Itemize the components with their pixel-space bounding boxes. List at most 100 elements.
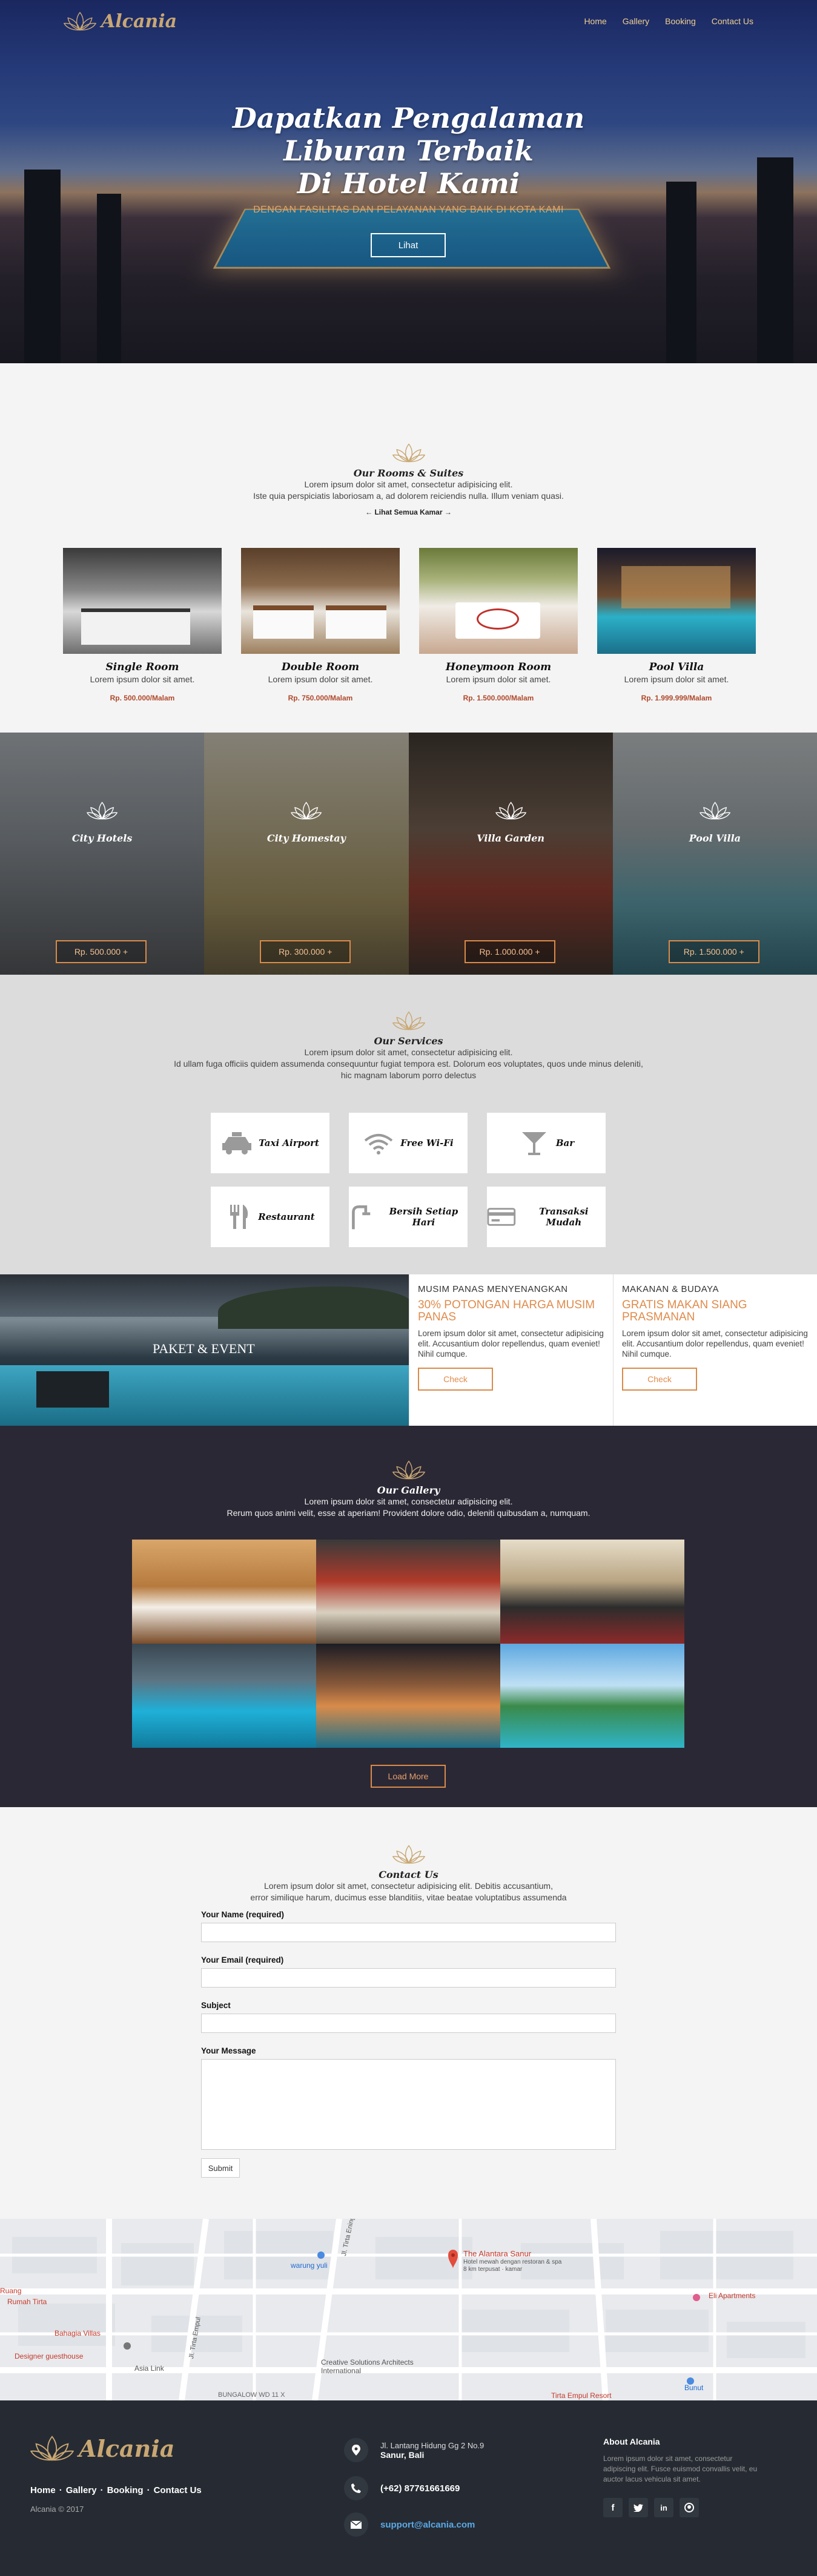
promo-offer: GRATIS MAKAN SIANG PRASMANAN [622,1299,747,1323]
map-poi-icon[interactable] [693,2294,700,2301]
gallery-image[interactable] [132,1540,316,1644]
map-label-hotel: The Alantara Sanur [463,2249,532,2258]
category-name: Pool Villa [689,832,741,844]
footer-about: About Alcania Lorem ipsum dolor sit amet… [603,2437,767,2517]
categories-section: City Hotels Rp. 500.000 + City Homestay … [0,733,817,975]
gallery-section: Our Gallery Lorem ipsum dolor sit amet, … [0,1426,817,1807]
footer: Alcania Home · Gallery · Booking · Contact … [0,2400,817,2576]
promo-heading: MUSIM PANAS MENYENANGKAN [418,1284,568,1294]
twitter-icon[interactable] [629,2498,648,2517]
lotus-icon [392,1459,425,1481]
submit-button[interactable]: Submit [201,2158,240,2178]
gallery-image[interactable] [316,1644,500,1748]
category-price-button[interactable]: Rp. 1.500.000 + [668,940,759,963]
service-cleaning: Bersih Setiap Hari [349,1187,468,1247]
room-card[interactable]: Pool Villa Lorem ipsum dolor sit amet. R… [597,548,756,702]
message-textarea[interactable] [201,2059,616,2150]
gallery-grid [132,1540,684,1748]
lotus-logo-icon [30,2434,74,2463]
footer-email-link[interactable]: support@alcania.com [380,2520,475,2530]
name-input[interactable] [201,1923,616,1942]
room-desc: Lorem ipsum dolor sit amet. [268,674,373,684]
map-label-bahagia: Bahagia Villas [55,2329,101,2337]
brand-logo[interactable]: Alcania [64,10,177,32]
hero-lihat-button[interactable]: Lihat [371,233,446,257]
nav-home[interactable]: Home [584,16,606,26]
rooms-desc-2: Iste quia perspiciatis laboriosam a, ad … [253,491,564,501]
room-image [597,548,756,654]
promo-check-button[interactable]: Check [622,1368,697,1391]
category-city-hotels[interactable]: City Hotels Rp. 500.000 + [0,733,205,975]
gallery-image[interactable] [132,1644,316,1748]
service-payment: Transaksi Mudah [487,1187,606,1247]
lotus-logo-icon [64,10,96,32]
hero-title: Dapatkan Pengalaman Liburan Terbaik Di H… [232,102,585,200]
footer-link-gallery[interactable]: Gallery [66,2485,97,2495]
category-pool-villa[interactable]: Pool Villa Rp. 1.500.000 + [612,733,817,975]
category-price-button[interactable]: Rp. 1.000.000 + [464,940,555,963]
category-name: City Hotels [71,832,133,844]
contact-form: Your Name (required) Your Email (require… [201,1910,616,2178]
map-section[interactable]: The Alantara Sanur Hotel mewah dengan re… [0,2219,817,2400]
map-label-hotel-sub: Hotel mewah dengan restoran & spa [463,2259,562,2265]
rooms-section: Our Rooms & Suites Lorem ipsum dolor sit… [0,363,817,733]
email-input[interactable] [201,1968,616,1988]
lotus-icon [392,442,425,464]
category-price-button[interactable]: Rp. 300.000 + [260,940,351,963]
nav-menu: Home Gallery Booking Contact Us [584,16,753,26]
phone-icon [344,2476,368,2500]
subject-input[interactable] [201,2014,616,2033]
category-name: Villa Garden [477,832,544,844]
promo-offer: 30% POTONGAN HARGA MUSIM PANAS [418,1299,595,1323]
view-all-rooms-link[interactable]: ← Lihat Semua Kamar → [365,508,452,516]
nav-gallery[interactable]: Gallery [623,16,649,26]
gallery-image[interactable] [316,1540,500,1644]
linkedin-icon[interactable]: in [654,2498,673,2517]
map-poi-icon[interactable] [317,2252,325,2259]
load-more-button[interactable]: Load More [371,1765,446,1788]
gallery-image[interactable] [500,1644,684,1748]
room-cards: Single Room Lorem ipsum dolor sit amet. … [63,548,756,702]
footer-link-booking[interactable]: Booking [107,2485,144,2495]
lotus-icon [392,1010,425,1032]
footer-links: Home · Gallery · Booking · Contact Us [30,2485,202,2495]
nav-contact[interactable]: Contact Us [712,16,753,26]
email-label: Your Email (required) [201,1955,284,1965]
room-card[interactable]: Honeymoon Room Lorem ipsum dolor sit ame… [419,548,578,702]
services-section: Our Services Lorem ipsum dolor sit amet,… [0,975,817,1274]
shower-icon [352,1205,371,1230]
category-city-homestay[interactable]: City Homestay Rp. 300.000 + [204,733,409,975]
mail-icon [344,2512,368,2537]
category-price-button[interactable]: Rp. 500.000 + [56,940,147,963]
location-icon [344,2438,368,2462]
promo-summer: MUSIM PANAS MENYENANGKAN 30% POTONGAN HA… [409,1274,613,1426]
gallery-title: Our Gallery [377,1484,440,1496]
room-price: Rp. 500.000/Malam [110,694,175,702]
room-card[interactable]: Double Room Lorem ipsum dolor sit amet. … [241,548,400,702]
nav-booking[interactable]: Booking [665,16,696,26]
footer-link-home[interactable]: Home [30,2485,56,2495]
github-icon[interactable] [680,2498,699,2517]
room-image [241,548,400,654]
services-desc-3: hic magnam laborum porro delectus [340,1070,477,1080]
facebook-icon[interactable]: f [603,2498,623,2517]
promo-image-label: PAKET & EVENT [153,1341,255,1356]
footer-brand[interactable]: Alcania [30,2434,174,2463]
services-desc-2: Id ullam fuga officiis quidem assumenda … [174,1059,643,1069]
promo-check-button[interactable]: Check [418,1368,493,1391]
map-label-hotel-sub-2: 8 km terpusat · kamar [463,2266,523,2273]
room-card[interactable]: Single Room Lorem ipsum dolor sit amet. … [63,548,222,702]
service-wifi: Free Wi-Fi [349,1113,468,1173]
message-label: Your Message [201,2046,256,2055]
category-villa-garden[interactable]: Villa Garden Rp. 1.000.000 + [408,733,613,975]
about-title: About Alcania [603,2437,660,2446]
room-price: Rp. 750.000/Malam [288,694,353,702]
map-poi-icon[interactable] [124,2342,131,2350]
gallery-desc-2: Rerum quos animi velit, esse at aperiam!… [227,1508,590,1518]
footer-email: support@alcania.com [344,2512,475,2537]
footer-address: Jl. Lantang Hidung Gg 2 No.9 Sanur, Bali [344,2438,484,2462]
services-title: Our Services [374,1035,443,1047]
footer-link-contact[interactable]: Contact Us [154,2485,202,2495]
promo-desc: Lorem ipsum dolor sit amet, consectetur … [622,1329,808,1359]
gallery-image[interactable] [500,1540,684,1644]
